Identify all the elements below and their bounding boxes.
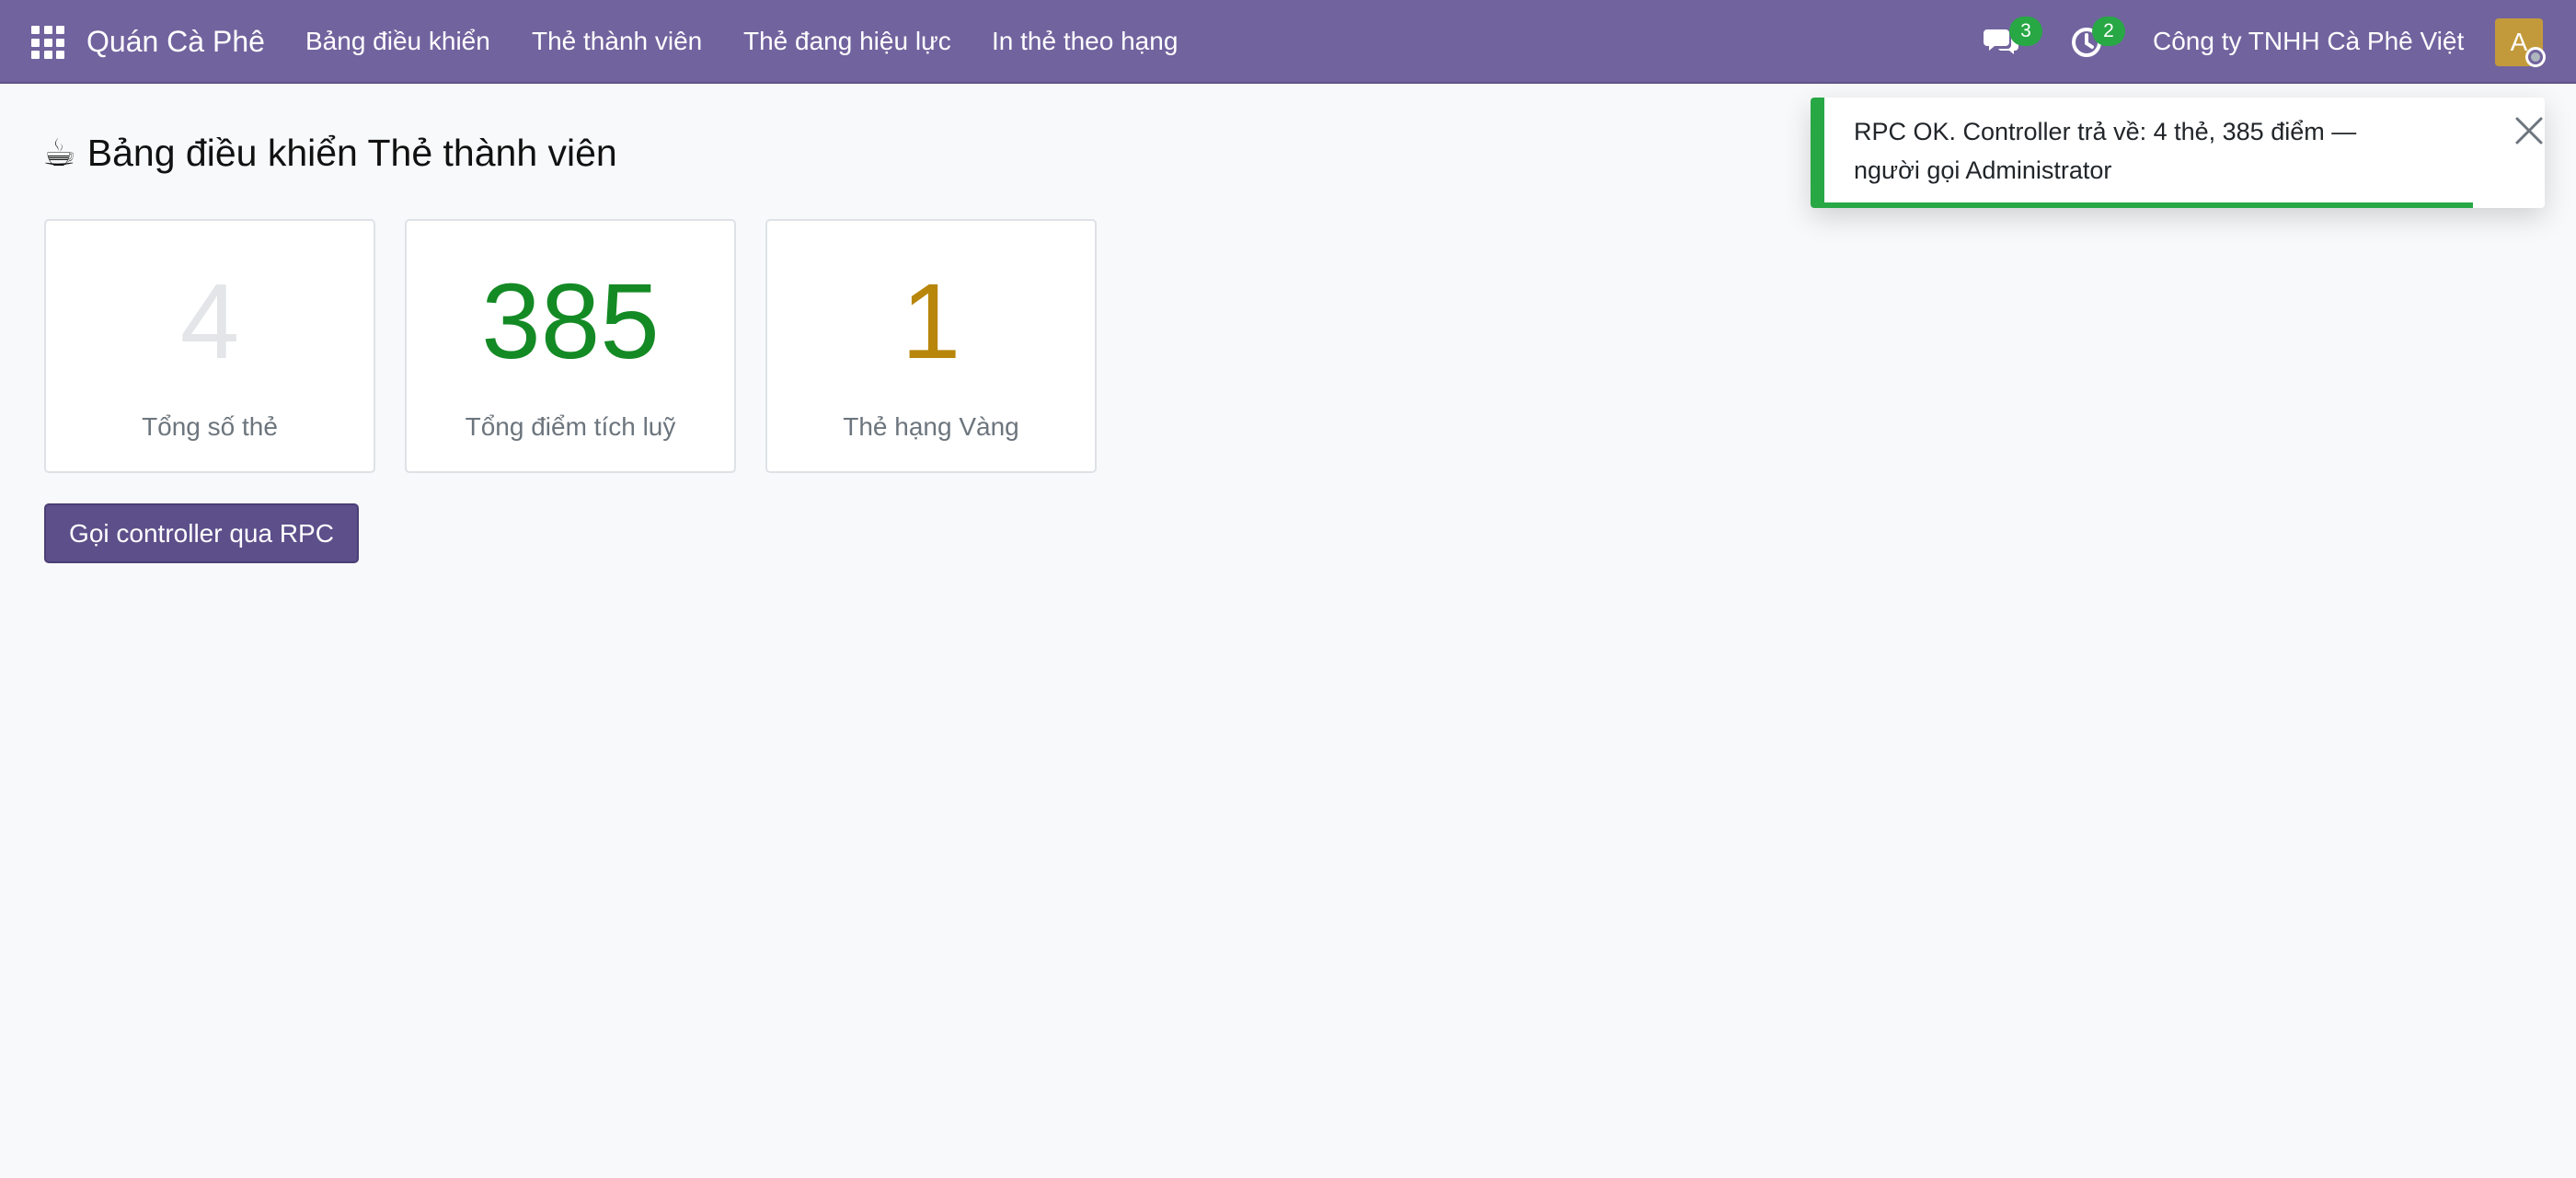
stat-value-gold-tier: 1 [901, 261, 961, 381]
menu-item-member-cards[interactable]: Thẻ thành viên [532, 22, 702, 61]
top-navbar: Quán Cà Phê Bảng điều khiển Thẻ thành vi… [0, 0, 2576, 84]
presence-status-icon [2525, 47, 2546, 67]
company-switcher[interactable]: Công ty TNHH Cà Phê Việt [2153, 22, 2464, 61]
stat-label-total-cards: Tổng số thẻ [142, 412, 278, 441]
apps-grid-icon[interactable] [31, 26, 64, 59]
stat-card-gold-tier: 1 Thẻ hạng Vàng [765, 219, 1097, 473]
page-title: ☕ Bảng điều khiển Thẻ thành viên [42, 127, 617, 179]
close-icon[interactable] [2514, 116, 2544, 145]
menu-item-print-by-tier[interactable]: In thẻ theo hạng [992, 22, 1178, 61]
menu-item-active-cards[interactable]: Thẻ đang hiệu lực [743, 22, 951, 61]
toast-progress-bar [1824, 202, 2473, 208]
stat-card-total-points: 385 Tổng điểm tích luỹ [405, 219, 736, 473]
app-brand[interactable]: Quán Cà Phê [86, 22, 265, 61]
page-title-text: Bảng điều khiển Thẻ thành viên [86, 132, 617, 174]
stat-value-total-points: 385 [481, 261, 660, 381]
messages-count-badge: 3 [2009, 17, 2042, 46]
coffee-cup-icon: ☕ [42, 132, 76, 174]
success-toast: RPC OK. Controller trả về: 4 thẻ, 385 đi… [1811, 98, 2545, 208]
menu-item-dashboard[interactable]: Bảng điều khiển [305, 22, 490, 61]
stat-card-total-cards: 4 Tổng số thẻ [44, 219, 375, 473]
stat-label-total-points: Tổng điểm tích luỹ [465, 412, 676, 441]
call-rpc-controller-button[interactable]: Gọi controller qua RPC [44, 503, 359, 563]
stat-value-total-cards: 4 [179, 261, 240, 381]
stat-label-gold-tier: Thẻ hạng Vàng [843, 412, 1019, 441]
toast-message: RPC OK. Controller trả về: 4 thẻ, 385 đi… [1854, 118, 2357, 184]
activities-count-badge: 2 [2092, 17, 2125, 46]
